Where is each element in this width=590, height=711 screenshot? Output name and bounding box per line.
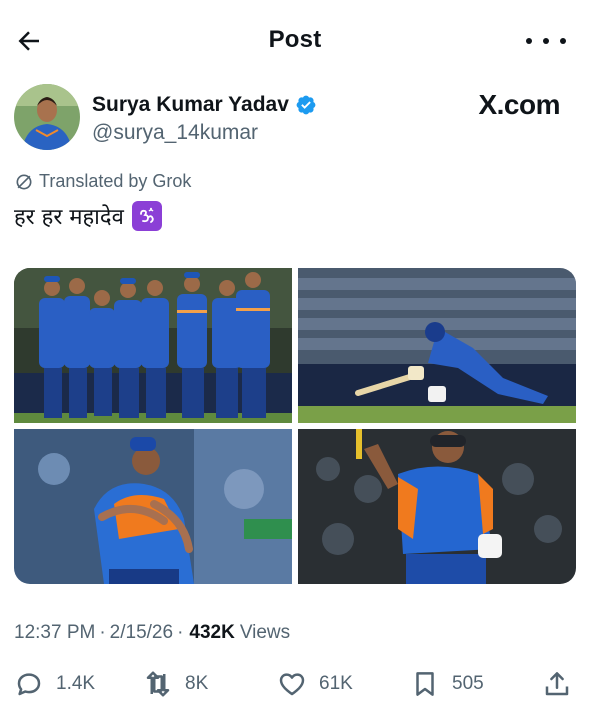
page-title: Post — [268, 26, 322, 53]
photo-embrace[interactable] — [14, 429, 292, 584]
action-bar: 1.4K 8K 61K 505 — [0, 666, 590, 702]
more-options-button[interactable] — [526, 30, 566, 52]
meta-separator: · — [99, 622, 106, 643]
bookmark-icon — [416, 672, 434, 696]
post-body: हर हर महादेव — [14, 205, 124, 230]
post-date: 2/15/26 — [109, 622, 174, 643]
like-button[interactable]: 61K — [277, 666, 353, 702]
bookmark-count: 505 — [452, 673, 484, 694]
views-count[interactable]: 432K — [189, 622, 234, 644]
photo-team-celebration[interactable] — [14, 268, 292, 423]
meta-separator: · — [177, 622, 184, 643]
post-meta: 12:37 PM · 2/15/26 · 432K Views — [14, 622, 290, 644]
heart-icon — [279, 673, 305, 696]
grok-icon — [16, 174, 32, 189]
reply-count: 1.4K — [56, 673, 96, 694]
translation-label[interactable]: Translated by Grok — [14, 171, 191, 192]
verified-badge-icon — [296, 95, 316, 115]
avatar[interactable] — [14, 84, 80, 150]
author-handle[interactable]: @surya_14kumar — [92, 121, 258, 145]
top-bar: Post — [0, 0, 590, 82]
reply-button[interactable]: 1.4K — [14, 666, 95, 702]
repost-button[interactable]: 8K — [143, 666, 208, 702]
more-dot-icon — [526, 38, 532, 44]
author-name-row[interactable]: Surya Kumar Yadav — [92, 92, 317, 118]
more-dot-icon — [560, 38, 566, 44]
media-grid — [14, 268, 576, 584]
post-text: हर हर महादेव — [14, 201, 162, 231]
like-count: 61K — [319, 673, 353, 694]
bookmark-button[interactable]: 505 — [410, 666, 484, 702]
translation-text: Translated by Grok — [39, 171, 192, 191]
repost-icon — [146, 671, 170, 697]
share-icon — [545, 672, 569, 696]
source-watermark: X.com — [478, 89, 560, 120]
reply-icon — [17, 673, 41, 696]
photo-batsman-sweep[interactable] — [298, 268, 576, 423]
views-label: Views — [239, 622, 291, 643]
om-symbol-icon — [131, 201, 162, 231]
repost-count: 8K — [185, 673, 209, 694]
more-dot-icon — [543, 38, 549, 44]
photo-player-raising-bat[interactable] — [298, 429, 576, 584]
share-button[interactable] — [542, 666, 572, 702]
post-time: 12:37 PM — [14, 622, 96, 643]
author-name: Surya Kumar Yadav — [92, 93, 289, 116]
